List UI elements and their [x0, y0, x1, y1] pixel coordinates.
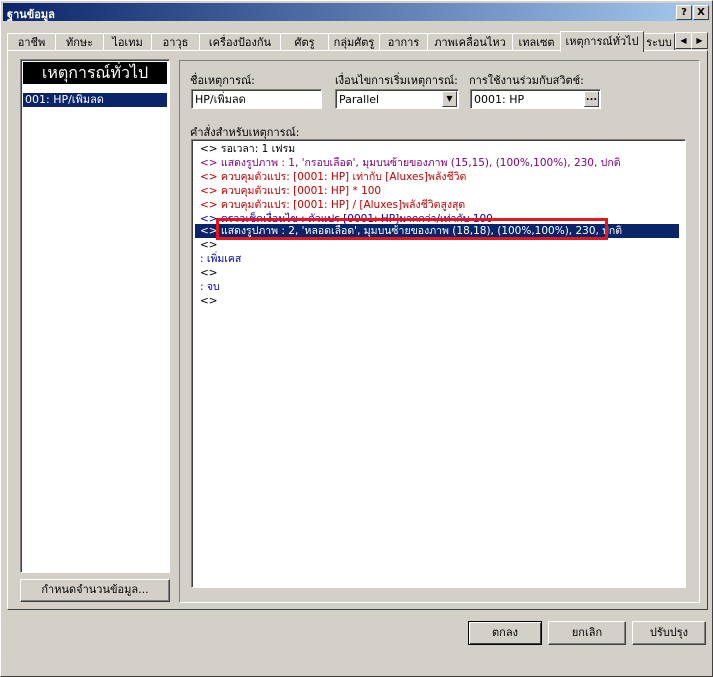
set-max-count-button[interactable]: กำหนดจำนวนข้อมูล... [20, 579, 170, 602]
list-item[interactable]: <> [200, 294, 218, 308]
cancel-button[interactable]: ยกเลิก [548, 621, 626, 645]
tab-weapons[interactable]: อาวุธ [151, 33, 200, 51]
annotation-highlight-box [216, 218, 608, 240]
tab-animations[interactable]: ภาพเคลื่อนไหว [427, 33, 513, 51]
list-item[interactable]: : จบ [200, 280, 220, 294]
list-item[interactable]: <> รอเวลา: 1 เฟรม [200, 142, 295, 156]
event-name-field[interactable]: HP/เพิ่มลด [191, 89, 322, 109]
command-list[interactable]: <> รอเวลา: 1 เฟรม <> แสดงรูปภาพ : 1, 'กร… [191, 139, 686, 588]
tab-scroll-right-icon[interactable]: ▶ [691, 32, 708, 49]
switch-browse-button[interactable]: ... [584, 91, 599, 107]
list-item[interactable]: <> [200, 266, 218, 280]
ok-button[interactable]: ตกลง [468, 621, 542, 645]
tab-troops[interactable]: กลุ่มศัตรู [328, 33, 380, 51]
list-item[interactable]: : เพิ่มเคส [200, 252, 241, 266]
list-item[interactable]: <> [200, 238, 218, 252]
tab-enemies[interactable]: ศัตรู [280, 33, 329, 51]
trigger-value: Parallel [339, 93, 380, 106]
tab-system[interactable]: ระบบ [643, 33, 675, 51]
window-title: ฐานข้อมูล [7, 8, 55, 21]
switch-field[interactable]: 0001: HP ... [470, 89, 601, 109]
tab-skills[interactable]: ทักษะ [55, 33, 104, 51]
event-detail-group: ชื่อเหตุการณ์: HP/เพิ่มลด เงื่อนไขการเริ… [179, 60, 700, 603]
tab-tilesets[interactable]: เทลเซต [512, 33, 561, 51]
title-bar[interactable]: ฐานข้อมูล ? X [3, 3, 710, 21]
tab-strip: อาชีพ ทักษะ ไอเทม อาวุธ เครื่องป้องกัน ศ… [7, 31, 708, 52]
list-item[interactable]: <> แสดงรูปภาพ : 1, 'กรอบเลือด', มุมบนซ้า… [200, 156, 621, 170]
trigger-label: เงื่อนไขการเริ่มเหตุการณ์: [335, 74, 458, 87]
tab-armors[interactable]: เครื่องป้องกัน [199, 33, 281, 51]
help-button[interactable]: ? [676, 5, 692, 20]
close-button[interactable]: X [693, 5, 709, 20]
trigger-select[interactable]: Parallel ▼ [335, 89, 459, 109]
list-item[interactable]: <> ควบคุมตัวแปร: [0001: HP] * 100 [200, 184, 381, 198]
apply-button[interactable]: ปรับปรุง [632, 621, 706, 645]
list-item[interactable]: 001: HP/เพิ่มลด [23, 93, 167, 107]
tab-common-events[interactable]: เหตุการณ์ทั่วไป [560, 31, 644, 52]
tab-classes[interactable]: อาชีพ [7, 33, 56, 51]
tab-items[interactable]: ไอเทม [103, 33, 152, 51]
tab-panel: เหตุการณ์ทั่วไป 001: HP/เพิ่มลด กำหนดจำน… [7, 50, 708, 610]
list-item[interactable]: <> ควบคุมตัวแปร: [0001: HP] เท่ากับ [Alu… [200, 170, 466, 184]
tab-scroll-left-icon[interactable]: ◀ [675, 32, 692, 49]
event-list-header: เหตุการณ์ทั่วไป [23, 62, 167, 84]
event-name-label: ชื่อเหตุการณ์: [190, 74, 255, 87]
tab-states[interactable]: อาการ [379, 33, 428, 51]
switch-value: 0001: HP [474, 93, 525, 106]
list-item[interactable]: <> ควบคุมตัวแปร: [0001: HP] / [Aluxes]พล… [200, 198, 465, 212]
database-window: ฐานข้อมูล ? X อาชีพ ทักษะ ไอเทม อาวุธ เค… [0, 0, 713, 677]
dropdown-arrow-icon[interactable]: ▼ [442, 91, 457, 107]
switch-label: การใช้งานร่วมกับสวิตช์: [469, 74, 584, 87]
event-list[interactable]: เหตุการณ์ทั่วไป 001: HP/เพิ่มลด [20, 59, 170, 573]
